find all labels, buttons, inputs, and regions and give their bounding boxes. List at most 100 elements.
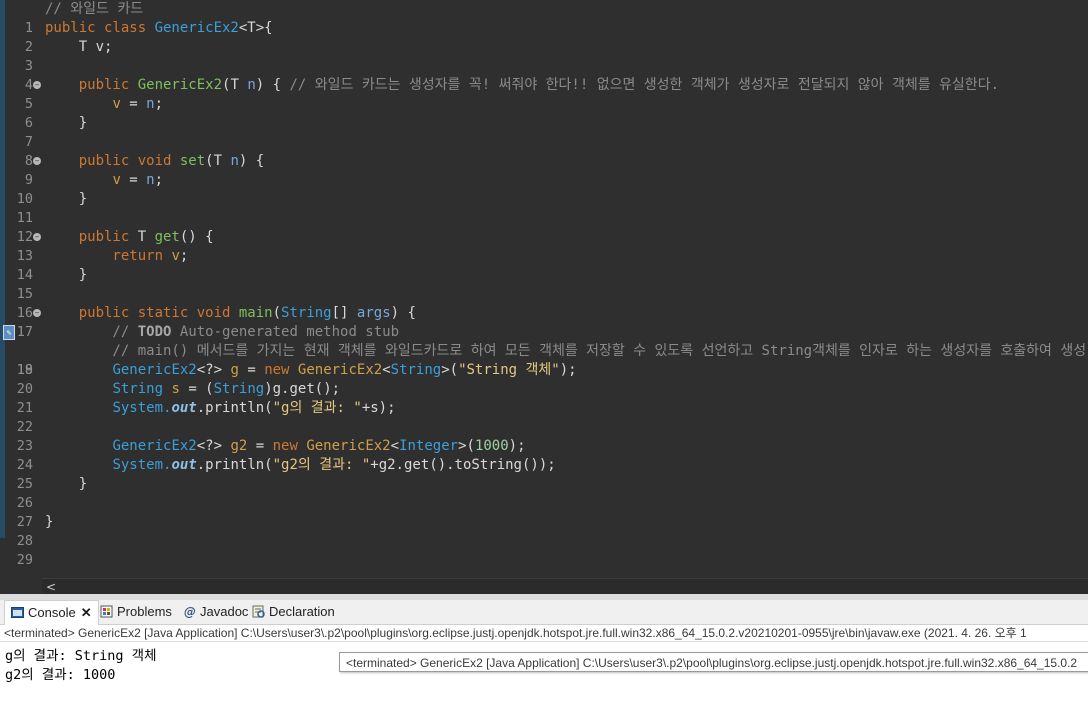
type-name: GenericEx2 [297,362,383,378]
code-line-18[interactable]: ✎ 18 // TODO Auto-generated method stub [0,323,1088,378]
keyword: new [272,438,307,454]
code-editor[interactable]: 1 // 와일드 카드 2 public class GenericEx2<T>… [0,0,1088,578]
code-line-25[interactable]: 25 System.out.println("g2의 결과: "+g2.get(… [0,456,1088,492]
code-line-12[interactable]: 12 [0,209,1088,245]
code-text: .println( [196,400,273,416]
code-text: ; [154,96,164,112]
code-text: [] [331,305,357,321]
code-line-17[interactable]: 17 − public static void main(String[] ar… [0,304,1088,340]
code-text: ); [559,362,577,378]
code-line-20[interactable]: 20 GenericEx2<?> g = new GenericEx2<Stri… [0,361,1088,397]
code-line-6[interactable]: 6 v = n; [0,95,1088,131]
code-line-28[interactable]: 28 } [0,513,1088,549]
code-text: )g.get(); [264,381,341,397]
keyword: new [264,362,298,378]
code-text: () { [179,229,214,245]
tab-label: Console [28,605,76,620]
class-name: System. [112,457,172,473]
code-text: = [247,438,273,454]
code-text: ) { [255,77,290,93]
code-line-5[interactable]: 5 − public GenericEx2(T n) { // 와일드 카드는 … [0,76,1088,112]
fold-toggle-icon[interactable]: − [33,309,41,317]
code-line-10[interactable]: 10 v = n; [0,171,1088,207]
problems-icon [100,605,113,618]
code-text: ; [154,172,164,188]
keyword: public class [45,20,155,36]
code-text: < [390,438,400,454]
horizontal-scrollbar[interactable]: < [42,578,1088,595]
tab-problems[interactable]: Problems [94,600,178,624]
task-marker-icon[interactable]: ✎ [3,325,15,340]
code-line-26[interactable]: 26 } [0,475,1088,511]
code-line-14[interactable]: 14 return v; [0,247,1088,283]
code-line-1[interactable]: 1 // 와일드 카드 [0,0,1088,36]
code-text: ) { [238,153,265,169]
comment: // main() 메서드를 가지는 현재 객체를 와일드카드로 하여 모든 객… [45,343,1087,359]
fold-toggle-icon[interactable]: − [33,233,41,241]
code-text: (T [205,153,231,169]
code-text: +g2.get().toString()); [370,457,556,473]
console-process-label: <terminated> GenericEx2 [Java Applicatio… [0,625,1088,641]
code-line-2[interactable]: 2 public class GenericEx2<T>{ [0,19,1088,55]
code-line-22[interactable]: 22 System.out.println("g의 결과: "+s); [0,399,1088,435]
code-text: = [120,172,147,188]
close-icon[interactable]: ✕ [81,605,92,620]
fold-toggle-icon[interactable]: − [33,157,41,165]
type-name: GenericEx2 [112,438,197,454]
string-literal: "g의 결과: " [272,400,362,416]
code-line-15[interactable]: 15 } [0,266,1088,302]
code-text: ( [272,305,282,321]
parameter: n [146,172,155,188]
variable: g2 [230,438,248,454]
tab-console[interactable]: Console ✕ [4,600,99,625]
code-text: } [45,476,88,492]
code-line-13[interactable]: 13 − public T get() { [0,228,1088,264]
code-line-27[interactable]: 27 [0,494,1088,530]
code-line-16[interactable]: 16 [0,285,1088,321]
code-line-9[interactable]: 9 − public void set(T n) { [0,152,1088,188]
code-line-4[interactable]: 4 [0,57,1088,93]
console-output-line: g의 결과: String 객체 [5,648,157,664]
fold-toggle-icon[interactable]: − [33,81,41,89]
comment: // 와일드 카드는 생성자를 꼭! 써줘야 한다!! 없으면 생성한 객체가 … [289,77,1000,93]
variable: g [230,362,239,378]
code-line-23[interactable]: 23 [0,418,1088,454]
parameter: n [230,153,239,169]
tab-declaration[interactable]: Declaration [246,600,341,624]
variable: s [171,381,180,397]
code-line-7[interactable]: 7 } [0,114,1088,150]
code-line-3[interactable]: 3 T v; [0,38,1088,74]
type-name: String [213,381,265,397]
code-text: ); [508,438,526,454]
code-line-21[interactable]: 21 String s = (String)g.get(); [0,380,1088,416]
console-tab-bar: Console ✕ Problems @ Javadoc Declaration [0,600,1088,625]
tab-javadoc[interactable]: @ Javadoc [177,600,254,624]
keyword: public [45,77,138,93]
type-name: Integer [399,438,459,454]
scroll-left-arrow-icon[interactable]: < [46,579,56,595]
keyword: return [45,248,172,264]
code-line-8[interactable]: 8 [0,133,1088,169]
type-name: String [390,362,442,378]
comment: // [45,324,138,340]
code-text: = [120,96,147,112]
parameter: n [247,77,256,93]
console-icon [11,607,24,618]
code-text: >( [458,438,475,454]
comment: // 와일드 카드 [45,1,144,17]
code-text: <?> [196,362,231,378]
todo-tag: TODO [137,324,172,340]
code-line-11[interactable]: 11 } [0,190,1088,226]
method-name: main [238,305,273,321]
code-line-24[interactable]: 24 GenericEx2<?> g2 = new GenericEx2<Int… [0,437,1088,473]
code-text: } [45,191,88,207]
code-line-19[interactable]: 19 // main() 메서드를 가지는 현재 객체를 와일드카드로 하여 모… [0,342,1088,378]
class-name: System. [112,400,172,416]
code-text: } [45,115,88,131]
code-line-29[interactable]: 29 [0,532,1088,568]
code-text: <?> [196,438,231,454]
code-text: } [45,267,88,283]
